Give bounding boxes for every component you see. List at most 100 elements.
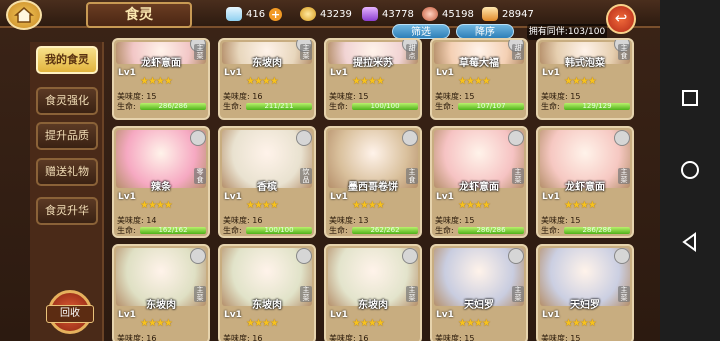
add-diamond-button[interactable]: +: [269, 7, 283, 21]
star-rating: ★★★★: [246, 76, 279, 87]
home-icon: [14, 7, 34, 23]
spirit-level: Lv1: [118, 68, 136, 78]
favorite-icon[interactable]: [296, 248, 312, 264]
spirit-level: Lv1: [118, 192, 136, 202]
spirit-card[interactable]: 主菜 天妇罗 Lv1 ★★★★ 美味度: 15: [536, 244, 634, 341]
hp-value: 162/162: [158, 226, 188, 234]
home-circle-icon[interactable]: [678, 158, 702, 182]
spirit-level: Lv1: [330, 310, 348, 320]
spirit-level: Lv1: [436, 310, 454, 320]
hp-value: 107/107: [476, 102, 506, 110]
sidebar-item-quality[interactable]: 提升品质: [36, 122, 98, 150]
spirit-grid: 主菜 龙虾意面 Lv1 ★★★★ 美味度: 15 生命: 286/286 主菜 东坡肉 Lv1 ★★…: [108, 38, 638, 341]
hp-value: 211/211: [264, 102, 294, 110]
spirit-name: 草莓大福: [459, 58, 499, 69]
taste-stat: 美味度: 15: [541, 334, 581, 341]
back-button[interactable]: ↩: [606, 4, 636, 34]
recent-apps-icon[interactable]: [678, 86, 702, 110]
coin-icon: [300, 7, 316, 21]
resource-diamond: 416 +: [226, 5, 283, 23]
favorite-icon[interactable]: [190, 130, 206, 146]
back-triangle-icon[interactable]: [678, 230, 702, 254]
favorite-icon[interactable]: [508, 248, 524, 264]
spirit-name: 东坡肉: [252, 58, 282, 69]
filter-button[interactable]: 筛选: [392, 24, 450, 39]
star-rating: ★★★★: [564, 76, 597, 87]
sidebar-item-my-spirits[interactable]: 我的食灵: [36, 46, 98, 74]
hp-label: 生命:: [541, 102, 560, 111]
taste-stat: 美味度: 16: [223, 334, 263, 341]
spirit-level: Lv1: [118, 310, 136, 320]
spirit-card[interactable]: 主菜 东坡肉 Lv1 ★★★★ 美味度: 16: [324, 244, 422, 341]
hp-value: 129/129: [582, 102, 612, 110]
hp-value: 286/286: [158, 102, 188, 110]
hp-label: 生命:: [435, 102, 454, 111]
favorite-icon[interactable]: [614, 130, 630, 146]
favorite-icon[interactable]: [296, 130, 312, 146]
spirit-card[interactable]: 主菜 天妇罗 Lv1 ★★★★ 美味度: 15: [430, 244, 528, 341]
star-rating: ★★★★: [140, 76, 173, 87]
star-rating: ★★★★: [564, 318, 597, 329]
spirit-card[interactable]: 甜点 草莓大福 Lv1 ★★★★ 美味度: 15 生命: 107/107: [430, 38, 528, 120]
android-nav-bar: [660, 0, 720, 341]
resource-meat: 45198: [422, 5, 474, 23]
spirit-name: 东坡肉: [358, 300, 388, 311]
spirit-card[interactable]: 饮品 香槟 Lv1 ★★★★ 美味度: 16 生命: 100/100: [218, 126, 316, 238]
spirit-name: 东坡肉: [146, 300, 176, 311]
home-button[interactable]: [6, 0, 42, 30]
recycle-button[interactable]: 回收: [46, 305, 94, 323]
spirit-level: Lv1: [542, 192, 560, 202]
taste-stat: 美味度: 16: [117, 334, 157, 341]
favorite-icon[interactable]: [402, 130, 418, 146]
star-rating: ★★★★: [352, 318, 385, 329]
hp-value: 262/262: [370, 226, 400, 234]
hp-label: 生命:: [541, 226, 560, 235]
spirit-card[interactable]: 主菜 东坡肉 Lv1 ★★★★ 美味度: 16: [112, 244, 210, 341]
spirit-level: Lv1: [224, 192, 242, 202]
star-rating: ★★★★: [246, 318, 279, 329]
star-rating: ★★★★: [352, 200, 385, 211]
spirit-card[interactable]: 零食 辣条 Lv1 ★★★★ 美味度: 14 生命: 162/162: [112, 126, 210, 238]
gem-icon: [362, 7, 378, 21]
spirit-name: 天妇罗: [570, 300, 600, 311]
spirit-name: 天妇罗: [464, 300, 494, 311]
hp-label: 生命:: [223, 226, 242, 235]
spirit-card[interactable]: 主食 墨西哥卷饼 Lv1 ★★★★ 美味度: 13 生命: 262/262: [324, 126, 422, 238]
spirit-card[interactable]: 主菜 龙虾意面 Lv1 ★★★★ 美味度: 15 生命: 286/286: [430, 126, 528, 238]
spirit-card[interactable]: 主菜 东坡肉 Lv1 ★★★★ 美味度: 16: [218, 244, 316, 341]
hp-label: 生命:: [435, 226, 454, 235]
spirit-card[interactable]: 主菜 龙虾意面 Lv1 ★★★★ 美味度: 15 生命: 286/286: [112, 38, 210, 120]
sort-button[interactable]: 降序: [456, 24, 514, 39]
spirit-level: Lv1: [330, 192, 348, 202]
favorite-icon[interactable]: [190, 248, 206, 264]
star-rating: ★★★★: [140, 318, 173, 329]
spirit-card[interactable]: 主菜 东坡肉 Lv1 ★★★★ 美味度: 16 生命: 211/211: [218, 38, 316, 120]
spirit-level: Lv1: [224, 310, 242, 320]
spirit-name: 龙虾意面: [141, 58, 181, 69]
page-title: 食灵: [86, 2, 192, 28]
star-rating: ★★★★: [140, 200, 173, 211]
spirit-level: Lv1: [224, 68, 242, 78]
spirit-card[interactable]: 主菜 龙虾意面 Lv1 ★★★★ 美味度: 15 生命: 286/286: [536, 126, 634, 238]
spirit-level: Lv1: [542, 68, 560, 78]
sidebar-item-gift[interactable]: 赠送礼物: [36, 158, 98, 186]
hp-label: 生命:: [223, 102, 242, 111]
star-rating: ★★★★: [352, 76, 385, 87]
star-rating: ★★★★: [458, 200, 491, 211]
hp-label: 生命:: [117, 102, 136, 111]
favorite-icon[interactable]: [614, 248, 630, 264]
star-rating: ★★★★: [458, 76, 491, 87]
favorite-icon[interactable]: [508, 130, 524, 146]
hp-label: 生命:: [329, 102, 348, 111]
sidebar-item-enhance[interactable]: 食灵强化: [36, 87, 98, 115]
spirit-level: Lv1: [330, 68, 348, 78]
taste-stat: 美味度: 16: [329, 334, 369, 341]
star-rating: ★★★★: [458, 318, 491, 329]
sidebar-item-sublimate[interactable]: 食灵升华: [36, 197, 98, 225]
spirit-card[interactable]: 甜点 提拉米苏 Lv1 ★★★★ 美味度: 15 生命: 100/100: [324, 38, 422, 120]
favorite-icon[interactable]: [402, 248, 418, 264]
star-rating: ★★★★: [564, 200, 597, 211]
spirit-card[interactable]: 主食 韩式泡菜 Lv1 ★★★★ 美味度: 15 生命: 129/129: [536, 38, 634, 120]
spirit-level: Lv1: [542, 310, 560, 320]
diamond-icon: [226, 7, 242, 21]
